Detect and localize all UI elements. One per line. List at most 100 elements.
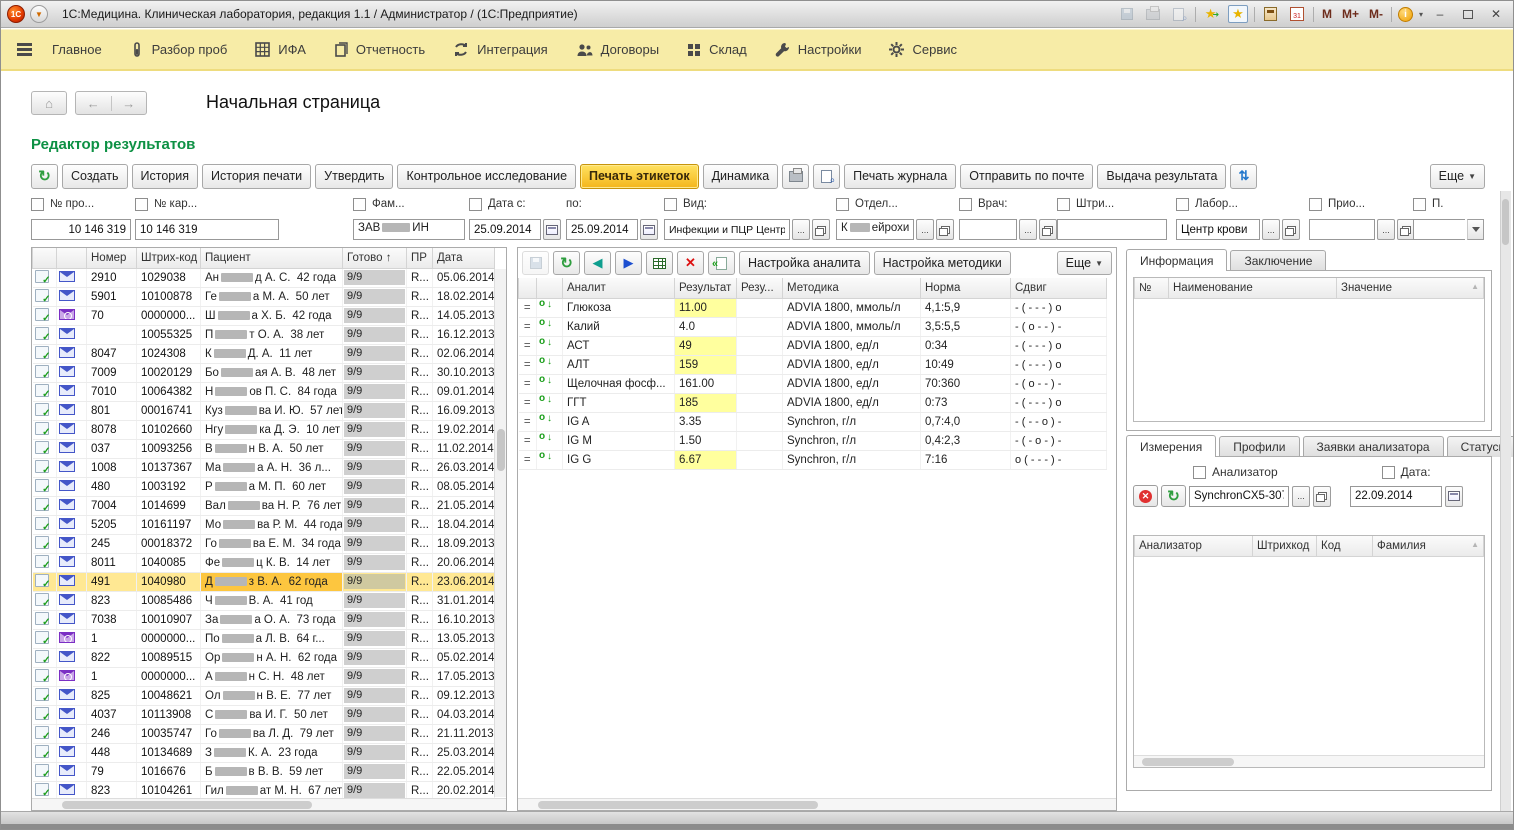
col-ready[interactable]: Готово ↑: [343, 248, 407, 268]
method-settings-button[interactable]: Настройка методики: [874, 251, 1011, 275]
col-icon[interactable]: [537, 278, 563, 298]
control-study-button[interactable]: Контрольное исследование: [397, 164, 576, 189]
preview-button[interactable]: [813, 164, 840, 189]
doctor-select-button[interactable]: ...: [1019, 219, 1037, 240]
kind-checkbox[interactable]: [664, 198, 677, 211]
add-favorite-icon[interactable]: ★: [1202, 5, 1222, 23]
col-result2[interactable]: Резу...: [737, 278, 783, 298]
patient-row[interactable]: 1 0000000... Поа Л. В. 64 г... 9/9 R... …: [33, 629, 495, 648]
col-name[interactable]: Наименование: [1169, 278, 1337, 298]
surname-input[interactable]: ЗАВИН: [353, 219, 465, 240]
import-results-button[interactable]: [708, 251, 735, 275]
menu-item-ifa[interactable]: ИФА: [241, 30, 320, 69]
kind-input[interactable]: [664, 219, 790, 240]
cancel-measure-button[interactable]: ✕: [1133, 485, 1158, 507]
back-button[interactable]: ←: [76, 96, 112, 111]
menu-item-reports[interactable]: Отчетность: [320, 30, 439, 69]
more-button[interactable]: Еще▼: [1430, 164, 1485, 189]
department-open-button[interactable]: [936, 219, 954, 240]
result-row[interactable]: = Калий 4.0 ADVIA 1800, ммоль/л 3,5:5,5 …: [519, 317, 1107, 336]
doctor-input[interactable]: [959, 219, 1017, 240]
send-mail-button[interactable]: Отправить по почте: [960, 164, 1093, 189]
tab-measurements[interactable]: Измерения: [1126, 435, 1216, 457]
col-code[interactable]: Код: [1317, 536, 1373, 556]
surname-checkbox[interactable]: [353, 198, 366, 211]
calculator-icon[interactable]: [1261, 5, 1281, 23]
department-input[interactable]: Кейрохи: [836, 219, 914, 240]
p-input[interactable]: [1413, 219, 1465, 240]
measure-date-calendar-button[interactable]: [1445, 486, 1463, 507]
card-number-checkbox[interactable]: [135, 198, 148, 211]
laboratory-select-button[interactable]: ...: [1262, 219, 1280, 240]
close-button[interactable]: ✕: [1485, 5, 1507, 23]
col-analyzer[interactable]: Анализатор: [1135, 536, 1253, 556]
patient-row[interactable]: 70 0000000... Ша Х. Б. 42 года 9/9 R... …: [33, 306, 495, 325]
result-row[interactable]: = IG A 3.35 Synchron, г/л 0,7:4,0 - ( - …: [519, 412, 1107, 431]
home-button[interactable]: ⌂: [31, 91, 67, 115]
card-number-input[interactable]: [135, 219, 279, 240]
patient-row[interactable]: 1008 10137367 Маа А. Н. 36 л... 9/9 R...…: [33, 458, 495, 477]
col-norm[interactable]: Норма: [921, 278, 1011, 298]
patient-row[interactable]: 480 1003192 Ра М. П. 60 лет 9/9 R... 08.…: [33, 477, 495, 496]
patients-horizontal-scrollbar[interactable]: [32, 798, 506, 810]
analyzer-open-button[interactable]: [1313, 486, 1331, 507]
favorites-icon[interactable]: ★: [1228, 5, 1248, 23]
tab-conclusion[interactable]: Заключение: [1230, 250, 1326, 271]
patient-row[interactable]: 79 1016676 Бв В. В. 59 лет 9/9 R... 22.0…: [33, 762, 495, 781]
department-select-button[interactable]: ...: [916, 219, 934, 240]
patient-row[interactable]: 7009 10020129 Боая А. В. 48 лет 9/9 R...…: [33, 363, 495, 382]
print-journal-button[interactable]: Печать журнала: [844, 164, 956, 189]
date-checkbox[interactable]: [1382, 466, 1395, 479]
result-row[interactable]: = IG M 1.50 Synchron, г/л 0,4:2,3 - ( - …: [519, 431, 1107, 450]
refresh-results-button[interactable]: ↻: [553, 251, 580, 275]
results-more-button[interactable]: Еще▼: [1057, 251, 1112, 275]
patient-row[interactable]: 823 10085486 ЧВ. А. 41 год 9/9 R... 31.0…: [33, 591, 495, 610]
patient-row[interactable]: 1 0000000... Ан С. Н. 48 лет 9/9 R... 17…: [33, 667, 495, 686]
menu-item-samples[interactable]: Разбор проб: [116, 30, 242, 69]
col-patient[interactable]: Пациент: [201, 248, 343, 268]
minimize-button[interactable]: –: [1429, 5, 1451, 23]
col-status[interactable]: [33, 248, 57, 268]
grid-view-button[interactable]: [646, 251, 673, 275]
prev-button[interactable]: ◀: [584, 251, 611, 275]
measurements-horizontal-scrollbar[interactable]: [1134, 755, 1484, 767]
window-right-scrollbar[interactable]: [1500, 191, 1511, 811]
date-from-input[interactable]: [469, 219, 541, 240]
patient-row[interactable]: 491 1040980 Дз В. А. 62 года 9/9 R... 23…: [33, 572, 495, 591]
barcode-checkbox[interactable]: [1057, 198, 1070, 211]
result-row[interactable]: = Глюкоза 11.00 ADVIA 1800, ммоль/л 4,1:…: [519, 298, 1107, 317]
results-horizontal-scrollbar[interactable]: [518, 798, 1116, 810]
menu-item-contracts[interactable]: Договоры: [562, 30, 673, 69]
result-row[interactable]: = АЛТ 159 ADVIA 1800, ед/л 10:49 - ( - -…: [519, 355, 1107, 374]
department-checkbox[interactable]: [836, 198, 849, 211]
result-row[interactable]: = ГГТ 185 ADVIA 1800, ед/л 0:73 - ( - - …: [519, 393, 1107, 412]
system-menu-button[interactable]: ▼: [30, 5, 48, 23]
date-from-calendar-button[interactable]: [543, 219, 561, 240]
laboratory-open-button[interactable]: [1282, 219, 1300, 240]
patient-row[interactable]: 448 10134689 ЗК. А. 23 года 9/9 R... 25.…: [33, 743, 495, 762]
patient-row[interactable]: 037 10093256 Вн В. А. 50 лет 9/9 R... 11…: [33, 439, 495, 458]
issue-result-button[interactable]: Выдача результата: [1097, 164, 1226, 189]
info-icon[interactable]: i: [1398, 7, 1413, 22]
memory-plus-button[interactable]: M+: [1340, 7, 1361, 21]
print-button[interactable]: [782, 164, 809, 189]
patient-row[interactable]: 8078 10102660 Нгука Д. Э. 10 лет 9/9 R..…: [33, 420, 495, 439]
col-barcode[interactable]: Штрихкод: [1253, 536, 1317, 556]
dynamics-button[interactable]: Динамика: [703, 164, 779, 189]
memory-button[interactable]: M: [1320, 7, 1334, 21]
memory-minus-button[interactable]: M-: [1367, 7, 1385, 21]
refresh-measure-button[interactable]: ↻: [1161, 485, 1186, 507]
patient-row[interactable]: 7038 10010907 Заа О. А. 73 года 9/9 R...…: [33, 610, 495, 629]
priority-input[interactable]: [1309, 219, 1375, 240]
save-result-button[interactable]: [522, 251, 549, 275]
kind-open-button[interactable]: [812, 219, 830, 240]
p-dropdown-button[interactable]: [1467, 219, 1484, 240]
sample-number-checkbox[interactable]: [31, 198, 44, 211]
calendar-icon[interactable]: 31: [1287, 5, 1307, 23]
info-dropdown-icon[interactable]: ▾: [1419, 10, 1423, 19]
date-to-calendar-button[interactable]: [640, 219, 658, 240]
result-row[interactable]: = АСТ 49 ADVIA 1800, ед/л 0:34 - ( - - -…: [519, 336, 1107, 355]
patient-row[interactable]: 7010 10064382 Нов П. С. 84 года 9/9 R...…: [33, 382, 495, 401]
col-result[interactable]: Результат: [675, 278, 737, 298]
sample-number-input[interactable]: [31, 219, 131, 240]
